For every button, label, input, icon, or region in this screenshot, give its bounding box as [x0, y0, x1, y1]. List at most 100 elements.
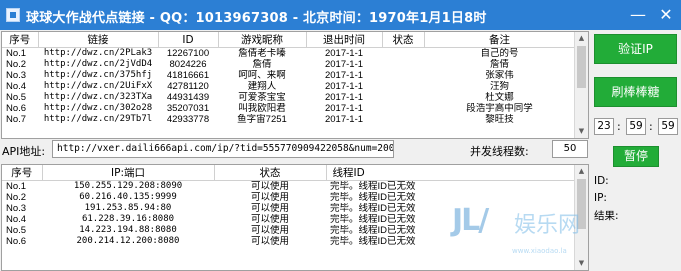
- proxy-row-cell: No.1: [6, 181, 27, 192]
- account-row-cell: 杜文娜: [485, 92, 514, 103]
- proxy-row-cell: No.2: [6, 192, 27, 203]
- api-label: API地址:: [2, 145, 46, 158]
- account-row-cell: 2017-1-1: [324, 81, 364, 92]
- title-bar: 球球大作战代点链接 - QQ：1013967308 - 北京时间：1970年1月…: [0, 0, 681, 30]
- account-row-cell: No.6: [6, 103, 27, 114]
- account-row-cell: 自己的号: [480, 48, 519, 59]
- scroll-up-icon[interactable]: ▲: [575, 165, 588, 178]
- app-icon: [6, 8, 20, 22]
- account-row-cell: http://dwz.cn/2jVdD4: [43, 59, 153, 69]
- account-row[interactable]: No.4 http://dwz.cn/2UiFxX 42781120 建翔人 2017-…: [2, 81, 575, 92]
- accounts-header-row: 序号 链接 ID 游戏昵称 退出时间 状态 备注: [2, 32, 576, 48]
- proxy-row[interactable]: No.1 150.255.129.208:8090 可以使用 完毕。线程ID已无效: [2, 181, 575, 193]
- proxy-col-ip[interactable]: IP:端口: [42, 165, 215, 181]
- api-url-input[interactable]: http://vxer.daili666api.com/ip/?tid=5557…: [52, 140, 394, 158]
- proxy-row-cell: 可以使用: [250, 181, 289, 192]
- proxy-row-cell: 完毕。线程ID已无效: [330, 192, 416, 203]
- account-row-cell: No.7: [6, 114, 27, 125]
- account-row-cell: No.5: [6, 92, 27, 103]
- proxy-col-no[interactable]: 序号: [2, 165, 43, 181]
- account-row[interactable]: No.6 http://dwz.cn/302o28 35207031 叫我欧阳君 201…: [2, 103, 575, 114]
- account-row[interactable]: No.3 http://dwz.cn/375hfj 41816661 呵呵、来啊 201…: [2, 70, 575, 81]
- proxy-row-cell: 完毕。线程ID已无效: [330, 181, 416, 192]
- account-row[interactable]: No.1 http://dwz.cn/2PLak3 12267100 詹倩老卡嗪 201…: [2, 48, 575, 60]
- account-row-cell: 2017-1-1: [324, 92, 364, 103]
- account-row-cell: http://dwz.cn/2PLak3: [43, 48, 153, 58]
- account-row-cell: [382, 92, 424, 103]
- verify-ip-button[interactable]: 验证IP: [594, 34, 677, 64]
- account-row-cell: 2017-1-1: [324, 114, 364, 125]
- minimize-icon[interactable]: —: [625, 4, 651, 26]
- account-row-cell: [382, 48, 424, 60]
- scroll-up-icon[interactable]: ▲: [575, 32, 588, 45]
- accounts-table[interactable]: 序号 链接 ID 游戏昵称 退出时间 状态 备注 No.1 http://dwz.…: [1, 31, 589, 139]
- watermark-url: www.xiaodao.la: [512, 247, 567, 255]
- accounts-col-exit-time[interactable]: 退出时间: [306, 32, 383, 48]
- account-row-cell: [382, 114, 424, 125]
- proxy-col-thread[interactable]: 线程ID: [326, 165, 576, 181]
- proxy-row-cell: 191.253.85.94:80: [84, 203, 172, 213]
- proxy-row-cell: 60.216.40.135:9999: [79, 192, 177, 202]
- accounts-col-nickname[interactable]: 游戏昵称: [218, 32, 307, 48]
- account-row-cell: No.3: [6, 70, 27, 81]
- accounts-col-no[interactable]: 序号: [2, 32, 39, 48]
- time-minute-field[interactable]: 59: [626, 118, 646, 135]
- threads-input[interactable]: 50: [552, 140, 588, 158]
- scroll-thumb[interactable]: [577, 46, 586, 88]
- accounts-col-note[interactable]: 备注: [424, 32, 576, 48]
- account-row-cell: [382, 70, 424, 81]
- proxy-row-cell: 可以使用: [250, 225, 289, 236]
- account-row-cell: 2017-1-1: [324, 59, 364, 70]
- pause-button[interactable]: 暂停: [613, 146, 659, 167]
- proxy-row-cell: 200.214.12.200:8080: [76, 236, 180, 246]
- account-row-cell: http://dwz.cn/323TXa: [43, 92, 153, 102]
- accounts-col-id[interactable]: ID: [158, 32, 219, 48]
- watermark-text: 娱乐网: [514, 213, 581, 238]
- proxy-row-cell: No.6: [6, 236, 27, 247]
- account-row-cell: No.2: [6, 59, 27, 70]
- account-row-cell: 詹倩: [252, 59, 272, 70]
- account-row-cell: 42933778: [166, 114, 210, 125]
- proxy-header-row: 序号 IP:端口 状态 线程ID: [2, 165, 576, 181]
- proxy-row-cell: 可以使用: [250, 203, 289, 214]
- account-row[interactable]: No.7 http://dwz.cn/29Tb7l 42933778 鱼字宙7251 2…: [2, 114, 575, 125]
- account-row-cell: 42781120: [167, 81, 209, 92]
- ip-label: IP:: [594, 192, 607, 204]
- account-row-cell: 建翔人: [247, 81, 277, 92]
- watermark: JL/ 娱乐网 www.xiaodao.la: [452, 203, 592, 261]
- proxy-row-cell: 可以使用: [250, 214, 289, 225]
- proxy-row-cell: 61.228.39.16:8080: [81, 214, 175, 224]
- account-row-cell: http://dwz.cn/375hfj: [43, 70, 153, 80]
- account-row-cell: [382, 59, 424, 70]
- time-separator: :: [649, 120, 653, 133]
- time-hour-field[interactable]: 23: [594, 118, 614, 135]
- account-row-cell: 41816661: [166, 70, 210, 81]
- account-row[interactable]: No.2 http://dwz.cn/2jVdD4 8024226 詹倩 2017-1-…: [2, 59, 575, 70]
- accounts-scrollbar[interactable]: ▲ ▼: [574, 32, 588, 138]
- account-row-cell: 12267100: [166, 48, 210, 59]
- scroll-down-icon[interactable]: ▼: [575, 125, 588, 138]
- watermark-logo: JL/: [452, 203, 489, 238]
- account-row-cell: 44931439: [166, 92, 210, 103]
- account-row-cell: 呵呵、来啊: [238, 70, 286, 81]
- accounts-col-link[interactable]: 链接: [38, 32, 159, 48]
- time-second-field[interactable]: 59: [658, 118, 678, 135]
- account-row-cell: 2017-1-1: [324, 70, 364, 81]
- brush-lollipop-button[interactable]: 刷棒棒糖: [594, 77, 677, 107]
- result-label: 结果:: [594, 210, 619, 222]
- proxy-col-status[interactable]: 状态: [214, 165, 327, 181]
- account-row-cell: 詹倩老卡嗪: [238, 48, 286, 59]
- proxy-row[interactable]: No.2 60.216.40.135:9999 可以使用 完毕。线程ID已无效: [2, 192, 575, 203]
- account-row-cell: 叫我欧阳君: [238, 103, 286, 114]
- account-row-cell: http://dwz.cn/2UiFxX: [43, 81, 153, 91]
- close-icon[interactable]: ✕: [653, 4, 679, 26]
- id-label: ID:: [594, 175, 609, 187]
- threads-label: 并发线程数:: [470, 145, 529, 158]
- proxy-row-cell: 14.223.194.88:8080: [79, 225, 177, 235]
- accounts-col-status[interactable]: 状态: [382, 32, 425, 48]
- account-row-cell: 张家伟: [485, 70, 514, 81]
- account-row[interactable]: No.5 http://dwz.cn/323TXa 44931439 可爱茶宝宝 201…: [2, 92, 575, 103]
- proxy-row-cell: No.4: [6, 214, 27, 225]
- account-row-cell: No.4: [6, 81, 27, 92]
- account-row-cell: 8024226: [169, 59, 207, 70]
